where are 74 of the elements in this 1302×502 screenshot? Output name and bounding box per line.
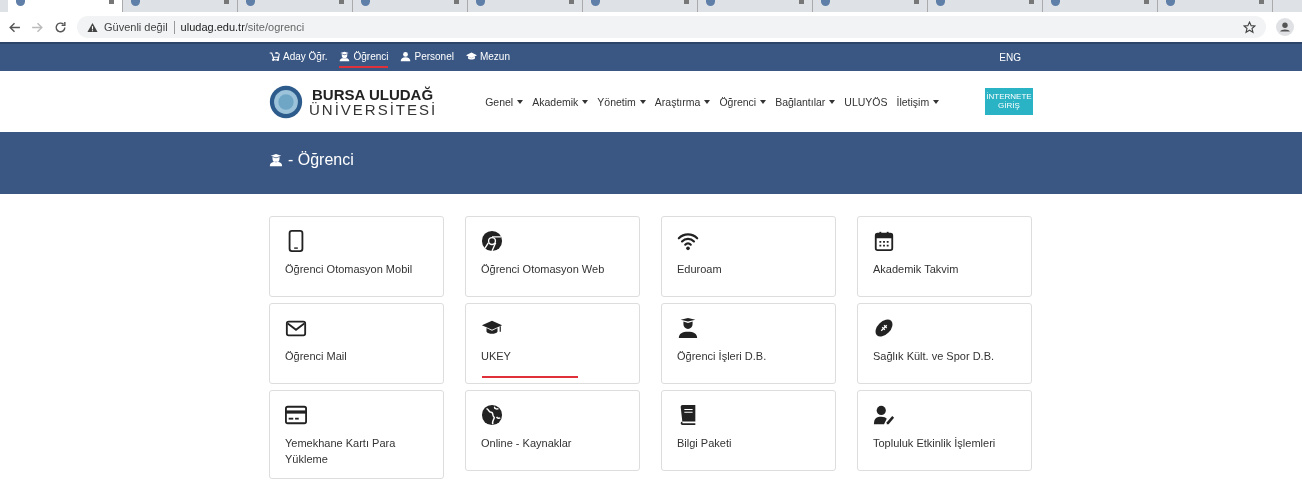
favicon-icon [131, 0, 140, 6]
link-card[interactable]: Eduroam [661, 216, 836, 297]
card-label: Öğrenci Otomasyon Web [481, 262, 606, 277]
reload-icon[interactable] [54, 20, 67, 34]
link-card[interactable]: Sağlık Kült. ve Spor D.B. [857, 303, 1032, 384]
link-card[interactable]: Topluluk Etkinlik İşlemleri [857, 390, 1032, 471]
favicon-icon [476, 0, 485, 6]
logo-subtitle: ÜNİVERSİTESİ [309, 101, 438, 117]
user-edit-icon [873, 404, 895, 426]
card-label: Topluluk Etkinlik İşlemleri [873, 436, 997, 451]
top-nav-link[interactable]: Öğrenci [339, 47, 389, 68]
logo-title: BURSA ULUDAĞ [312, 86, 435, 102]
top-nav-link[interactable]: Aday Öğr. [269, 47, 328, 68]
page-title: - Öğrenci [288, 151, 354, 169]
dropdown-menu[interactable]: Öğrenci [719, 95, 767, 108]
university-seal-icon [269, 84, 303, 119]
favicon-icon [246, 0, 255, 6]
card-label: UKEY [481, 349, 512, 364]
browser-tab[interactable] [8, 0, 123, 12]
favicon-icon [16, 0, 25, 6]
link-card[interactable]: Yemekhane Kartı Para Yükleme [269, 390, 444, 479]
user-icon [400, 51, 412, 62]
language-link[interactable]: ENG [999, 52, 1021, 63]
link-card[interactable]: Bilgi Paketi [661, 390, 836, 471]
wifi-icon [677, 230, 699, 252]
url-text: uludag.edu.tr/site/ogrenci [180, 21, 306, 33]
favicon-icon [706, 0, 715, 6]
card-label: Bilgi Paketi [677, 436, 733, 451]
top-nav-link[interactable]: Mezun [465, 47, 510, 68]
card-label: Akademik Takvim [873, 262, 960, 277]
dropdown-menu[interactable]: Akademik [532, 95, 589, 108]
card-label: Yemekhane Kartı Para Yükleme [285, 436, 397, 467]
student-icon [339, 51, 351, 62]
favicon-icon [936, 0, 945, 6]
favicon-icon [591, 0, 600, 6]
globe-icon [481, 404, 503, 426]
card-label: Öğrenci Otomasyon Mobil [285, 262, 414, 277]
card-label: Online - Kaynaklar [481, 436, 573, 451]
graduation-cap-icon [465, 51, 477, 62]
link-card[interactable]: Online - Kaynaklar [465, 390, 640, 471]
card-label: Öğrenci Mail [285, 349, 348, 364]
card-label: Sağlık Kült. ve Spor D.B. [873, 349, 996, 364]
warning-icon [87, 21, 98, 33]
profile-avatar-icon[interactable] [1276, 18, 1294, 36]
link-card[interactable]: Öğrenci Mail [269, 303, 444, 384]
link-card[interactable]: Öğrenci İşleri D.B. [661, 303, 836, 384]
favicon-icon [1051, 0, 1060, 6]
stroller-icon [269, 51, 280, 62]
security-warning: Güvenli değil [104, 21, 168, 33]
favicon-icon [821, 0, 830, 6]
favicon-icon [1166, 0, 1175, 6]
dropdown-menu[interactable]: Bağlantılar [775, 95, 836, 108]
dropdown-menu[interactable]: İletişim [896, 95, 940, 108]
dropdown-menu[interactable]: Araştırma [654, 95, 711, 108]
nav-link[interactable]: ULUYÖS [844, 95, 888, 108]
dropdown-menu[interactable]: Yönetim [597, 95, 646, 108]
address-bar[interactable]: Güvenli değil uludag.edu.tr/site/ogrenci [77, 16, 1266, 38]
favicon-icon [361, 0, 370, 6]
link-card[interactable]: UKEY [465, 303, 640, 384]
forward-arrow-icon[interactable] [31, 20, 44, 34]
link-card[interactable]: Akademik Takvim [857, 216, 1032, 297]
credit-card-icon [285, 404, 307, 426]
calendar-icon [873, 230, 895, 252]
card-label: Eduroam [677, 262, 723, 277]
card-label: Öğrenci İşleri D.B. [677, 349, 768, 364]
dropdown-menu[interactable]: Genel [485, 95, 524, 108]
bookmark-star-icon[interactable] [1243, 20, 1256, 34]
top-nav-link[interactable]: Personel [400, 47, 454, 68]
student-icon [269, 153, 283, 167]
student-icon [677, 317, 699, 339]
back-arrow-icon[interactable] [8, 20, 21, 34]
link-card[interactable]: Öğrenci Otomasyon Web [465, 216, 640, 297]
football-icon [873, 317, 895, 339]
link-card[interactable]: Öğrenci Otomasyon Mobil [269, 216, 444, 297]
